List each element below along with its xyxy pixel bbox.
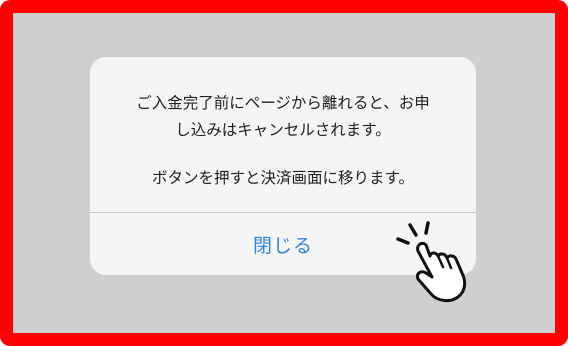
tap-hand-icon [396,221,467,303]
message-line-2: し込みはキャンセルされます。 [175,121,391,139]
message-line-1: ご入金完了前にページから離れると、お申 [136,94,430,112]
message-line-3: ボタンを押すと決済画面に移ります。 [152,169,414,187]
screenshot-frame: ご入金完了前にページから離れると、お申 し込みはキャンセルされます。 ボタンを押… [0,0,568,346]
dialog-message: ご入金完了前にページから離れると、お申 し込みはキャンセルされます。 ボタンを押… [90,90,476,192]
